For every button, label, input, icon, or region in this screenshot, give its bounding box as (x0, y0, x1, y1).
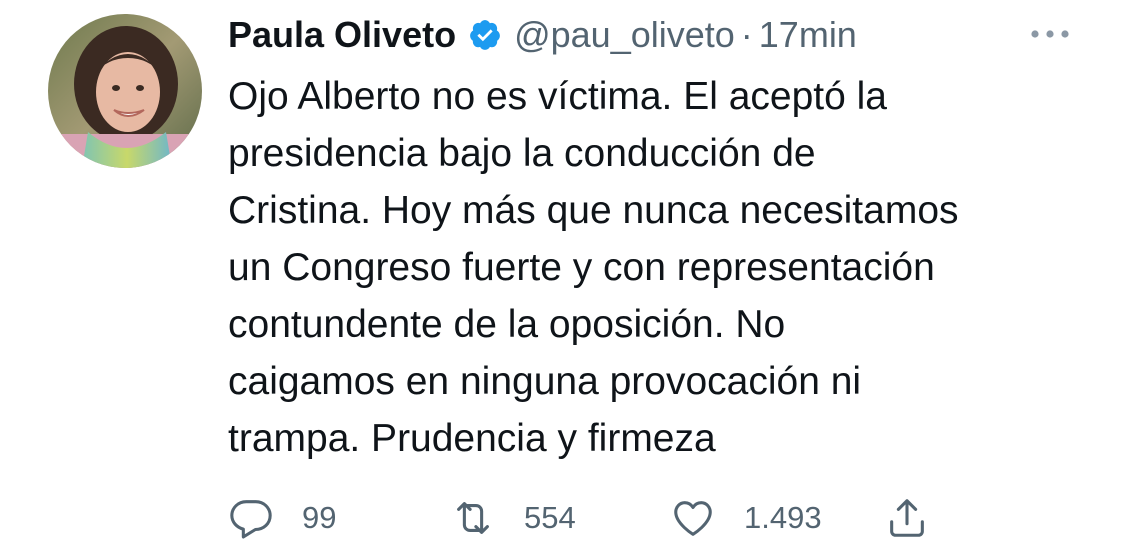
like-button[interactable]: 1.493 (670, 492, 822, 544)
tweet-text: Ojo Alberto no es víctima. El aceptó la … (228, 75, 959, 460)
avatar[interactable] (48, 14, 202, 168)
retweet-arrows-icon (450, 495, 496, 541)
share-upload-icon (884, 495, 930, 541)
like-count: 1.493 (744, 500, 822, 535)
retweet-count: 554 (524, 500, 576, 535)
tweet-header: Paula Oliveto @pau_oliveto · 17min (228, 12, 857, 58)
reply-count: 99 (302, 500, 337, 535)
retweet-button[interactable]: 554 (450, 492, 576, 544)
share-button[interactable] (884, 492, 930, 544)
tweet-actions: 99 554 1.493 (228, 492, 1108, 544)
verified-badge-icon (468, 18, 502, 52)
separator-dot: · (740, 14, 753, 55)
reply-button[interactable]: 99 (228, 492, 336, 544)
author-handle[interactable]: @pau_oliveto (514, 14, 735, 56)
tweet-card[interactable]: Paula Oliveto @pau_oliveto · 17min Ojo A… (0, 0, 1125, 558)
heart-icon (670, 495, 716, 541)
tweet-timestamp[interactable]: 17min (759, 14, 857, 56)
author-display-name[interactable]: Paula Oliveto (228, 14, 456, 56)
avatar-photo (48, 14, 202, 168)
reply-bubble-icon (228, 495, 274, 541)
more-dots-icon[interactable] (1028, 20, 1072, 48)
